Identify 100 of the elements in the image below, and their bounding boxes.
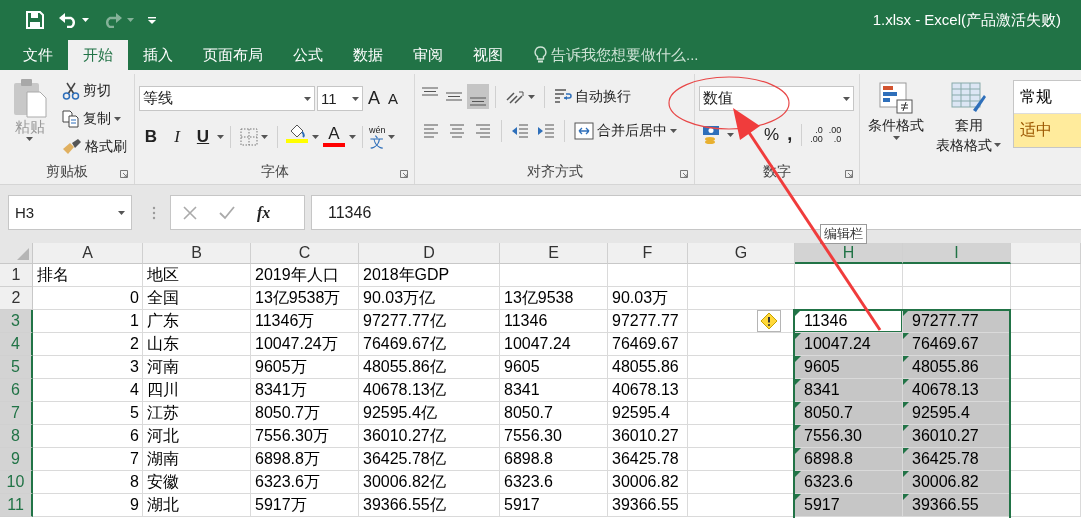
table-cell: 30006.82亿: [359, 471, 500, 494]
wrap-text-button[interactable]: 自动换行: [551, 84, 634, 109]
format-painter-button[interactable]: 格式刷: [59, 134, 130, 159]
ribbon-tab[interactable]: 开始: [68, 40, 128, 70]
increase-decimal-button[interactable]: .0 .00: [808, 123, 825, 146]
italic-button[interactable]: I: [165, 124, 189, 149]
format-as-table-button[interactable]: 套用 表格格式: [932, 80, 1005, 156]
table-cell: 广东: [143, 310, 251, 333]
row-header[interactable]: 7: [0, 402, 33, 425]
dialog-launcher-icon[interactable]: [680, 170, 688, 178]
tooltip: 编辑栏: [820, 224, 867, 244]
table-cell: 13亿9538: [500, 287, 608, 310]
table-cell: 90.03万: [608, 287, 688, 310]
table-cell: 92595.4: [903, 402, 1011, 425]
font-size-field[interactable]: 11: [317, 86, 363, 111]
table-cell: 2018年GDP: [359, 264, 500, 287]
table-cell: 全国: [143, 287, 251, 310]
percent-button[interactable]: %: [761, 122, 783, 147]
table-cell: 湖北: [143, 494, 251, 517]
caret-icon: [352, 96, 359, 101]
caret-icon: [994, 143, 1001, 147]
warning-button[interactable]: [757, 310, 781, 332]
row-header[interactable]: 10: [0, 471, 33, 494]
font-color-button[interactable]: A: [321, 124, 347, 149]
caret-icon: [261, 134, 268, 139]
decrease-decimal-button[interactable]: .00 .0: [826, 123, 844, 146]
row-header[interactable]: 2: [0, 287, 33, 310]
column-header[interactable]: F: [608, 243, 688, 264]
insert-function-button[interactable]: fx: [257, 203, 271, 222]
conditional-formatting-button[interactable]: 条件格式: [864, 80, 928, 142]
table-cell: 9605万: [251, 356, 359, 379]
row-header[interactable]: 8: [0, 425, 33, 448]
tell-me-search[interactable]: 告诉我您想要做什么...: [528, 40, 705, 70]
enter-button[interactable]: [219, 205, 235, 220]
table-cell: 8341: [500, 379, 608, 402]
ribbon-tab[interactable]: 插入: [128, 40, 188, 70]
ribbon-tab[interactable]: 数据: [338, 40, 398, 70]
cancel-button[interactable]: [183, 205, 197, 220]
ribbon-tab[interactable]: 审阅: [398, 40, 458, 70]
row-header[interactable]: 4: [0, 333, 33, 356]
warning-icon: [760, 312, 778, 330]
table-cell: 8050.7: [795, 402, 903, 425]
table-cell: 河北: [143, 425, 251, 448]
column-header[interactable]: B: [143, 243, 251, 264]
column-header[interactable]: E: [500, 243, 608, 264]
dialog-launcher-icon[interactable]: [845, 170, 853, 178]
table-cell: 0: [33, 287, 143, 310]
ribbon-tab[interactable]: 文件: [8, 40, 68, 70]
merge-cells-icon: [574, 121, 594, 140]
table-cell: 8050.7: [500, 402, 608, 425]
column-header[interactable]: G: [688, 243, 795, 264]
table-cell: 76469.67: [903, 333, 1011, 356]
shrink-font-button[interactable]: A: [385, 86, 402, 111]
group-label: 字体: [260, 163, 289, 181]
column-header[interactable]: C: [251, 243, 359, 264]
cell-style[interactable]: 常规: [1014, 81, 1081, 114]
row-header[interactable]: 3: [0, 310, 33, 333]
brush-icon: [62, 138, 82, 155]
row-header[interactable]: 6: [0, 379, 33, 402]
dialog-launcher-icon[interactable]: [120, 170, 128, 178]
caret-icon: [127, 18, 134, 22]
column-header[interactable]: D: [359, 243, 500, 264]
table-cell: 76469.67亿: [359, 333, 500, 356]
table-cell: 6898.8: [795, 448, 903, 471]
comma-button[interactable]: ,: [784, 122, 796, 147]
name-box[interactable]: H3: [8, 195, 132, 230]
number-format-dropdown[interactable]: 数值: [699, 86, 854, 111]
table-cell: 河南: [143, 356, 251, 379]
grow-font-button[interactable]: A: [365, 86, 383, 111]
align-top-icon: [422, 87, 438, 96]
column-header[interactable]: I: [903, 243, 1011, 264]
table-cell: 8: [33, 471, 143, 494]
font-name-field[interactable]: 等线: [139, 86, 315, 111]
cell-style[interactable]: 适中: [1014, 114, 1081, 147]
caret-icon: [843, 96, 850, 101]
table-cell: 江苏: [143, 402, 251, 425]
ribbon-tab[interactable]: 视图: [458, 40, 518, 70]
row-header[interactable]: 11: [0, 494, 33, 517]
phonetic-button[interactable]: wén 文: [369, 124, 386, 149]
scissors-icon: [62, 81, 80, 100]
ribbon-tab[interactable]: 页面布局: [188, 40, 278, 70]
row-header[interactable]: 9: [0, 448, 33, 471]
lightbulb-icon: [534, 46, 547, 64]
column-header[interactable]: H: [795, 243, 903, 264]
align-bottom-button[interactable]: [467, 84, 489, 109]
column-header[interactable]: A: [33, 243, 143, 264]
table-cell: 排名: [33, 264, 143, 287]
underline-button[interactable]: U: [191, 124, 215, 149]
bold-button[interactable]: B: [139, 124, 163, 149]
row-header[interactable]: 5: [0, 356, 33, 379]
cut-button[interactable]: 剪切: [59, 78, 130, 103]
row-header[interactable]: 1: [0, 264, 33, 287]
caret-icon: [118, 210, 125, 215]
group-label: 剪贴板: [46, 163, 88, 181]
copy-button[interactable]: 复制: [59, 106, 130, 131]
dialog-launcher-icon[interactable]: [400, 170, 408, 178]
undo-icon: [58, 12, 78, 28]
merge-center-button[interactable]: 合并后居中: [571, 118, 680, 143]
decrease-indent-icon: [511, 121, 529, 140]
ribbon-tab[interactable]: 公式: [278, 40, 338, 70]
